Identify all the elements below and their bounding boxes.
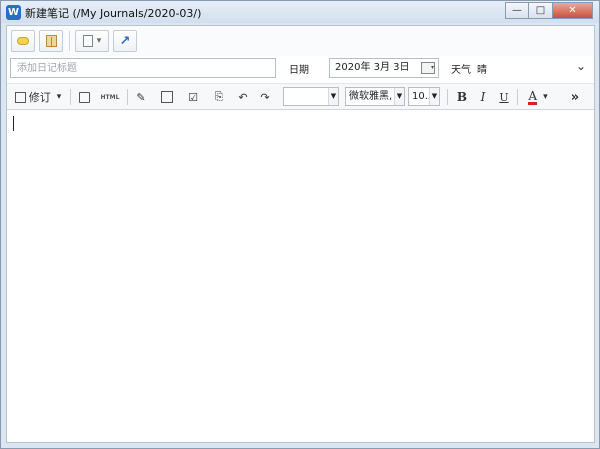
note-title-input[interactable]	[10, 58, 276, 78]
html-button[interactable]: HTML	[99, 88, 121, 106]
sticky-note-button[interactable]	[11, 30, 35, 52]
share-button[interactable]: ↗	[113, 30, 137, 52]
revise-button[interactable]: 修订 ▾	[11, 88, 65, 106]
window-controls: — □ ✕	[505, 2, 593, 20]
checkbox-icon: ☑	[188, 90, 198, 104]
todo-button[interactable]: ☑	[183, 88, 203, 106]
checklist-icon	[161, 91, 173, 103]
chevron-down-icon: ▼	[394, 88, 404, 105]
format-divider	[127, 89, 128, 105]
more-tools-button[interactable]: »	[565, 88, 585, 106]
window-title: 新建笔记 (/My Journals/2020-03/)	[25, 7, 202, 20]
note-template-icon	[82, 35, 93, 47]
date-value: 2020年 3月 3日	[335, 62, 410, 73]
eraser-icon: ✎	[136, 90, 146, 104]
font-size-select[interactable]: 10.5 ▼	[408, 87, 440, 106]
top-toolbar: ▾ ↗	[7, 26, 594, 56]
chevron-down-icon: ▾	[96, 36, 102, 46]
revise-label: 修订	[28, 91, 51, 104]
format-painter-button[interactable]: ✎	[131, 88, 151, 106]
note-window: W 新建笔记 (/My Journals/2020-03/) — □ ✕ ▾ ↗	[0, 0, 600, 449]
font-color-icon: A	[528, 88, 538, 105]
revise-icon	[14, 91, 26, 103]
note-body-editor[interactable]	[7, 111, 594, 442]
save-icon	[78, 91, 90, 103]
notebook-icon	[45, 35, 57, 47]
format-divider	[447, 89, 448, 105]
expand-chevron-icon[interactable]: ⌄	[576, 59, 586, 73]
maximize-button[interactable]: □	[529, 2, 553, 19]
close-button[interactable]: ✕	[553, 2, 593, 19]
date-picker[interactable]: 2020年 3月 3日 ▾	[329, 58, 439, 78]
insert-file-button[interactable]: ⎘	[209, 88, 229, 106]
insert-checklist-button[interactable]	[157, 88, 177, 106]
double-chevron-right-icon: »	[570, 89, 580, 105]
undo-icon: ↶	[238, 90, 248, 104]
date-label: 日期	[289, 65, 309, 76]
font-family-select[interactable]: 微软雅黑, ' ▼	[345, 87, 405, 106]
underline-button[interactable]: U	[496, 88, 512, 106]
weather-label: 天气	[451, 65, 471, 76]
attach-file-icon: ⎘	[214, 90, 224, 103]
notebook-button[interactable]	[39, 30, 63, 52]
font-family-value: 微软雅黑, '	[349, 91, 399, 102]
italic-button[interactable]: I	[475, 88, 491, 106]
title-bar[interactable]: W 新建笔记 (/My Journals/2020-03/) — □ ✕	[1, 1, 599, 23]
toolbar-divider	[69, 31, 70, 51]
bold-icon: B	[456, 90, 468, 104]
underline-icon: U	[499, 90, 509, 104]
minimize-button[interactable]: —	[505, 2, 529, 19]
font-color-dropdown-icon: ▾	[543, 92, 548, 102]
font-color-button[interactable]: A ▾	[523, 88, 553, 106]
app-logo-icon: W	[6, 5, 21, 20]
undo-button[interactable]: ↶	[235, 88, 251, 106]
html-icon: HTML	[100, 93, 120, 101]
revise-dropdown-icon: ▾	[56, 92, 62, 102]
share-icon: ↗	[119, 33, 131, 49]
chevron-down-icon: ▼	[328, 88, 338, 105]
chevron-down-icon: ▼	[429, 88, 439, 105]
calendar-icon[interactable]: ▾	[421, 62, 435, 74]
template-dropdown-button[interactable]: ▾	[75, 30, 109, 52]
format-toolbar: 修订 ▾ HTML ✎ ☑ ⎘ ↶ ↷ ▼ 微软雅黑, ' ▼ 10.5 ▼ B…	[7, 83, 594, 110]
weather-value[interactable]: 晴	[477, 61, 487, 76]
format-divider	[70, 89, 71, 105]
bold-button[interactable]: B	[454, 88, 470, 106]
redo-icon: ↷	[260, 90, 270, 104]
note-editor-pane: ▾ ↗ 日期 2020年 3月 3日 ▾ 天气 晴 ⌄ 修订 ▾	[6, 25, 595, 443]
sticky-note-icon	[17, 37, 29, 45]
redo-button[interactable]: ↷	[257, 88, 273, 106]
save-button[interactable]	[75, 88, 93, 106]
format-divider	[517, 89, 518, 105]
text-caret	[13, 116, 14, 131]
italic-icon: I	[480, 90, 486, 104]
paragraph-style-select[interactable]: ▼	[283, 87, 339, 106]
